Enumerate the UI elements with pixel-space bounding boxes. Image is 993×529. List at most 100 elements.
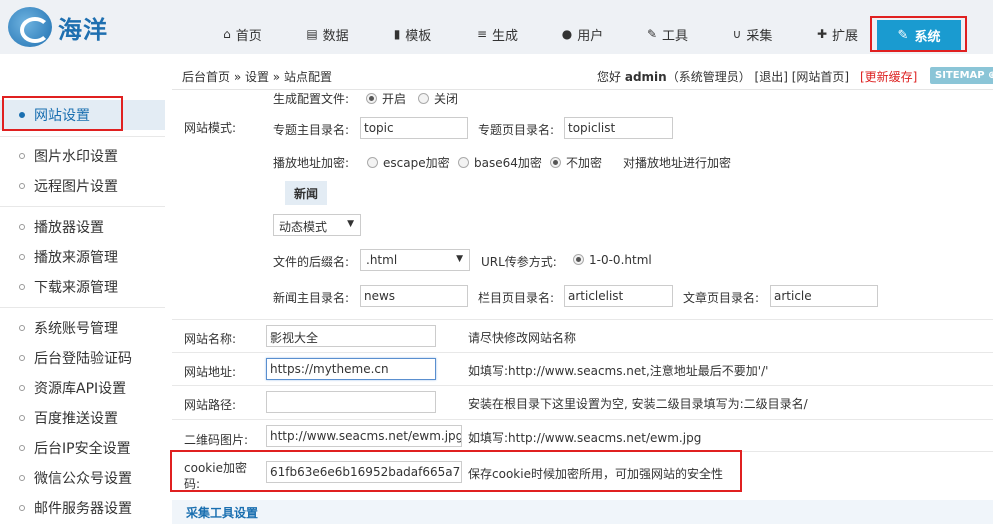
column-dir-label: 栏目页目录名: xyxy=(478,291,555,305)
nav-generate[interactable]: ≡ 生成 xyxy=(455,14,540,54)
sub-bar: 后台首页 » 设置 » 站点配置 您好 admin（系统管理员） [退出] [网… xyxy=(172,62,993,90)
qrcode-row: 二维码图片: http://www.seacms.net/ewm.jpg 如填写… xyxy=(172,420,993,452)
sitemap-button[interactable]: SITEMAP ⊕ xyxy=(930,67,993,84)
database-icon: ▤ xyxy=(306,27,318,41)
site-name-input[interactable]: 影视大全 xyxy=(266,325,436,347)
site-url-label: 网站地址: xyxy=(184,365,237,379)
bullet-icon xyxy=(19,385,25,391)
sidebar-item-login-captcha[interactable]: 后台登陆验证码 xyxy=(0,343,165,373)
suffix-select[interactable]: .html ▼ xyxy=(360,249,470,271)
bullet-icon xyxy=(19,254,25,260)
radio-icon xyxy=(550,157,561,168)
url-param-option[interactable]: 1-0-0.html xyxy=(573,253,652,267)
nav-system[interactable]: ✎ 系统 xyxy=(877,20,961,50)
news-dir-label: 新闻主目录名: xyxy=(273,291,350,305)
file-icon: ▮ xyxy=(393,27,401,41)
gen-config-off[interactable]: 关闭 xyxy=(418,90,458,107)
bullet-icon xyxy=(19,355,25,361)
site-mode-row: 网站模式: 生成配置文件: 开启 关闭 专题主目录名: topic 专题页目录名… xyxy=(172,90,993,320)
sidebar-item-ip-security[interactable]: 后台IP安全设置 xyxy=(0,433,165,463)
sidebar-item-download-source[interactable]: 下载来源管理 xyxy=(0,272,165,302)
article-dir-label: 文章页目录名: xyxy=(683,291,760,305)
site-name-hint: 请尽快修改网站名称 xyxy=(468,331,577,345)
topic-page-input[interactable]: topiclist xyxy=(564,117,673,139)
magnet-icon: ∪ xyxy=(732,27,742,41)
collect-tools-label: 采集工具设置 xyxy=(186,506,259,520)
radio-icon xyxy=(458,157,469,168)
logo-wave-icon xyxy=(8,7,52,47)
bullet-icon xyxy=(19,325,25,331)
caret-down-icon: ▼ xyxy=(456,254,463,264)
nav-tools[interactable]: ✎ 工具 xyxy=(625,14,710,54)
divider xyxy=(0,307,165,308)
column-dir-input[interactable]: articlelist xyxy=(564,285,673,307)
bullet-icon xyxy=(19,415,25,421)
wrench-icon: ✎ xyxy=(646,27,658,41)
news-tab[interactable]: 新闻 xyxy=(285,181,327,205)
news-dir-input[interactable]: news xyxy=(360,285,468,307)
divider xyxy=(0,206,165,207)
breadcrumb: 后台首页 » 设置 » 站点配置 xyxy=(182,70,332,84)
refresh-cache-link[interactable]: [更新缓存] xyxy=(860,68,917,85)
gen-config-on[interactable]: 开启 xyxy=(366,90,406,107)
sidebar-item-watermark[interactable]: 图片水印设置 xyxy=(0,141,165,171)
encrypt-base64-option[interactable]: base64加密 xyxy=(458,154,542,171)
site-path-hint: 安装在根目录下这里设置为空, 安装二级目录填写为:二级目录名/ xyxy=(468,397,808,411)
cookie-highlight xyxy=(170,450,742,492)
nav-extend[interactable]: ✚ 扩展 xyxy=(795,14,880,54)
site-url-input[interactable]: https://mytheme.cn xyxy=(266,358,436,380)
qrcode-input[interactable]: http://www.seacms.net/ewm.jpg xyxy=(266,425,462,447)
encrypt-none-option[interactable]: 不加密 xyxy=(550,154,602,171)
site-home-link[interactable]: [网站首页] xyxy=(792,70,849,84)
nav-template[interactable]: ▮ 模板 xyxy=(370,14,455,54)
top-header: 海洋 ⌂ 首页 ▤ 数据 ▮ 模板 ≡ 生成 ● 用户 ✎ 工具 ∪ 采集 ✚ 扩展 ✎ 系统 xyxy=(0,0,993,54)
logo[interactable]: 海洋 xyxy=(8,6,128,48)
nav-data[interactable]: ▤ 数据 xyxy=(285,14,370,54)
server-icon: ≡ xyxy=(476,27,488,41)
site-url-hint: 如填写:http://www.seacms.net,注意地址最后不要加'/' xyxy=(468,364,769,378)
main-nav: ⌂ 首页 ▤ 数据 ▮ 模板 ≡ 生成 ● 用户 ✎ 工具 ∪ 采集 ✚ 扩展 xyxy=(200,14,880,54)
suffix-label: 文件的后缀名: xyxy=(273,255,350,269)
sidebar-item-player[interactable]: 播放器设置 xyxy=(0,212,165,242)
bullet-icon xyxy=(19,284,25,290)
nav-user[interactable]: ● 用户 xyxy=(540,14,625,54)
site-name-row: 网站名称: 影视大全 请尽快修改网站名称 xyxy=(172,320,993,353)
home-icon: ⌂ xyxy=(223,27,231,41)
sidebar-item-api[interactable]: 资源库API设置 xyxy=(0,373,165,403)
gen-config-label: 生成配置文件: xyxy=(273,92,350,106)
nav-home[interactable]: ⌂ 首页 xyxy=(200,14,285,54)
play-encrypt-label: 播放地址加密: xyxy=(273,156,350,170)
topic-dir-input[interactable]: topic xyxy=(360,117,468,139)
bullet-icon xyxy=(19,505,25,511)
nav-collect[interactable]: ∪ 采集 xyxy=(710,14,795,54)
divider xyxy=(0,136,165,137)
user-info: 您好 admin（系统管理员） [退出] [网站首页] xyxy=(597,70,850,84)
encrypt-escape-option[interactable]: escape加密 xyxy=(367,154,450,171)
logout-link[interactable]: [退出] xyxy=(755,70,788,84)
radio-icon xyxy=(367,157,378,168)
site-path-input[interactable] xyxy=(266,391,436,413)
mode-select[interactable]: 动态模式 ▼ xyxy=(273,214,361,236)
article-dir-input[interactable]: article xyxy=(770,285,878,307)
bullet-icon xyxy=(19,445,25,451)
sidebar-item-wechat[interactable]: 微信公众号设置 xyxy=(0,463,165,493)
bullet-icon xyxy=(19,224,25,230)
radio-icon xyxy=(418,93,429,104)
username: admin xyxy=(624,70,667,84)
sidebar-item-play-source[interactable]: 播放来源管理 xyxy=(0,242,165,272)
qrcode-label: 二维码图片: xyxy=(184,433,249,447)
site-mode-label: 网站模式: xyxy=(184,121,237,135)
collect-tools-row[interactable]: 采集工具设置 xyxy=(172,500,993,524)
sidebar-highlight xyxy=(2,96,123,131)
caret-down-icon: ▼ xyxy=(347,219,354,229)
sidebar-item-remote-image[interactable]: 远程图片设置 xyxy=(0,171,165,201)
radio-icon xyxy=(366,93,377,104)
bullet-icon xyxy=(19,183,25,189)
sidebar-item-baidu-push[interactable]: 百度推送设置 xyxy=(0,403,165,433)
url-param-label: URL传参方式: xyxy=(481,255,557,269)
puzzle-icon: ✚ xyxy=(816,27,828,41)
user-icon: ● xyxy=(561,27,573,41)
sidebar-item-accounts[interactable]: 系统账号管理 xyxy=(0,313,165,343)
logo-text: 海洋 xyxy=(58,15,108,44)
sidebar-item-mail-server[interactable]: 邮件服务器设置 xyxy=(0,493,165,523)
